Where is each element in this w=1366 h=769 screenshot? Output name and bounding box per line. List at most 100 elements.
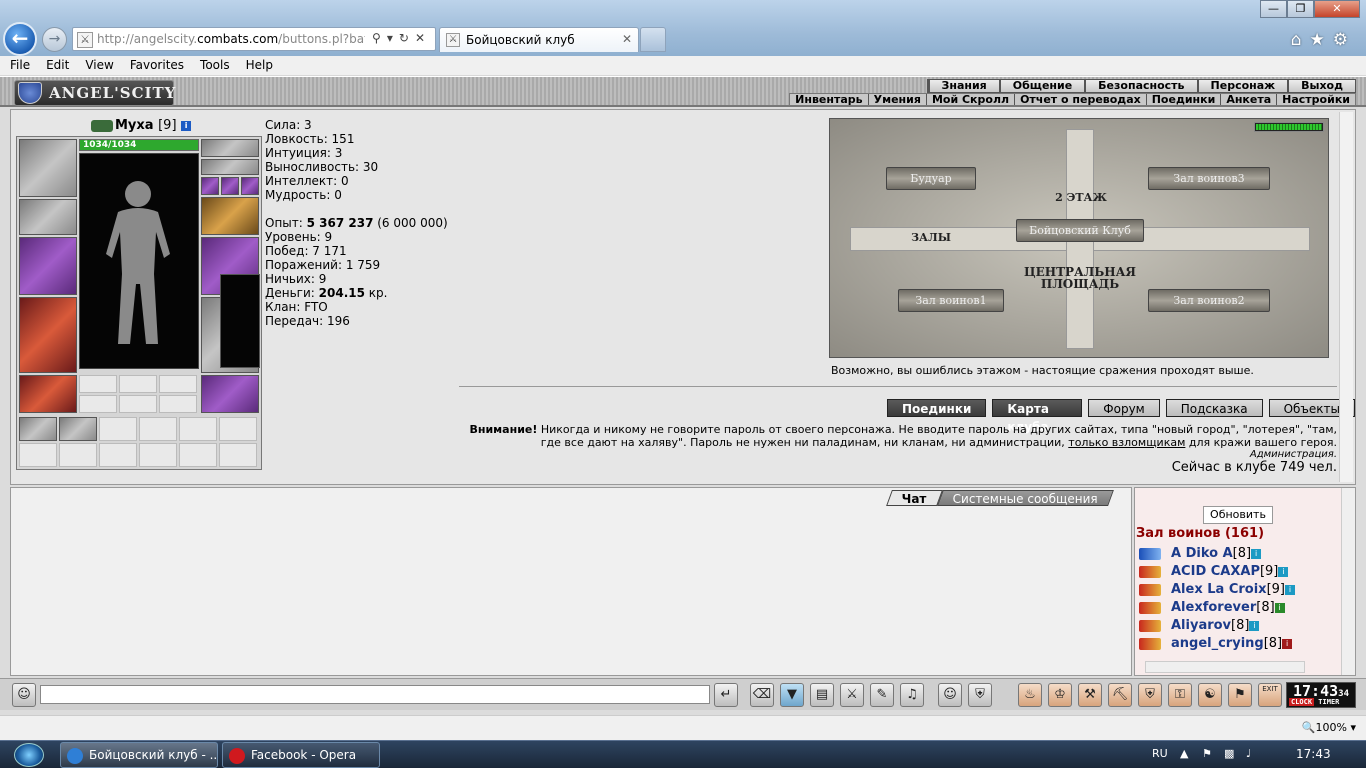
eraser-icon[interactable]: ⌫ — [750, 683, 774, 707]
scroll-slot-10[interactable] — [139, 443, 177, 467]
address-bar[interactable]: ⚔ http://angelscity.combats.com/buttons.… — [72, 27, 436, 51]
map-hall1[interactable]: Зал воинов1 — [898, 289, 1004, 312]
refresh-icon[interactable]: ↻ — [399, 31, 415, 45]
menu-file[interactable]: File — [2, 56, 38, 75]
tab-system-messages[interactable]: Системные сообщения — [937, 490, 1114, 506]
nav-communication[interactable]: Общение — [998, 80, 1085, 92]
flag-icon[interactable]: ⚑ — [1228, 683, 1252, 707]
bracers-slot[interactable] — [19, 199, 77, 235]
user-row[interactable]: Alexforever[8] i — [1139, 600, 1285, 618]
minimize-icon[interactable]: — — [1260, 0, 1287, 18]
back-button[interactable]: ← — [3, 22, 37, 56]
info-icon[interactable]: i — [1278, 566, 1289, 577]
map-floor-2[interactable]: 2 ЭТАЖ — [1038, 191, 1124, 204]
scroll-slot-1[interactable] — [19, 417, 57, 441]
info-icon[interactable]: i — [1284, 584, 1295, 595]
inventory-bag-icon[interactable]: ♨ — [1018, 683, 1042, 707]
action-center-flag-icon[interactable]: ⚑ — [1202, 747, 1212, 760]
exit-icon[interactable]: EXIT — [1258, 683, 1282, 707]
browser-tab[interactable]: ⚔ Бойцовский клуб ✕ — [439, 27, 639, 52]
user-row[interactable]: Alex La Croix[9] i — [1139, 582, 1295, 600]
user-row[interactable]: ACID CAXAP[9] i — [1139, 564, 1289, 582]
armor-slot[interactable] — [19, 297, 77, 373]
subnav-settings[interactable]: Настройки — [1276, 94, 1355, 105]
skills-icon[interactable]: ⚒ — [1078, 683, 1102, 707]
scroll-slot-6[interactable] — [219, 417, 257, 441]
rune-slot-4[interactable] — [79, 395, 117, 413]
user-nick[interactable]: angel_crying — [1171, 636, 1264, 651]
nav-exit[interactable]: Выход — [1287, 80, 1355, 92]
network-icon[interactable]: ▩ — [1224, 747, 1234, 760]
map-boudoir[interactable]: Будуар — [886, 167, 976, 190]
pet-slot[interactable] — [220, 274, 260, 368]
helmet-slot[interactable] — [19, 139, 77, 197]
home-icon[interactable]: ⌂ — [1291, 30, 1310, 50]
rune-slot-5[interactable] — [119, 395, 157, 413]
earrings-slot[interactable] — [201, 139, 259, 157]
tab-close-icon[interactable]: ✕ — [622, 32, 632, 46]
boots-slot[interactable] — [201, 375, 259, 413]
tray-expand-icon[interactable]: ▲ — [1180, 747, 1188, 760]
scroll-slot-8[interactable] — [59, 443, 97, 467]
tab-chat[interactable]: Чат — [886, 490, 943, 506]
rune-slot-6[interactable] — [159, 395, 197, 413]
smile-face-icon[interactable]: ☺ — [12, 683, 36, 707]
menu-view[interactable]: View — [77, 56, 121, 75]
ring-slot-3[interactable] — [241, 177, 259, 195]
zoom-level[interactable]: 🔍100% ▾ — [1302, 721, 1356, 734]
forum-button[interactable]: Форум — [1088, 399, 1160, 417]
subnav-duels[interactable]: Поединки — [1145, 94, 1221, 105]
info-icon[interactable]: i — [1251, 548, 1262, 559]
friends-icon[interactable]: ☯ — [1198, 683, 1222, 707]
belt-slot[interactable] — [19, 375, 77, 413]
subnav-inventory[interactable]: Инвентарь — [790, 94, 867, 105]
lock-icon[interactable]: ⚿ — [1168, 683, 1192, 707]
scroll-slot-3[interactable] — [99, 417, 137, 441]
nav-knowledge[interactable]: Знания — [927, 80, 999, 92]
ring-slot-2[interactable] — [221, 177, 239, 195]
close-window-icon[interactable]: ✕ — [1314, 0, 1360, 18]
scroll-slot-11[interactable] — [179, 443, 217, 467]
address-controls[interactable]: ⚲▾↻✕ — [372, 31, 431, 45]
map-halls[interactable]: ЗАЛЫ — [906, 231, 956, 244]
menu-edit[interactable]: Edit — [38, 56, 77, 75]
map-fight-club[interactable]: Бойцовский Клуб — [1016, 219, 1144, 242]
shield-icon[interactable]: ⛨ — [1138, 683, 1162, 707]
nav-security[interactable]: Безопасность — [1084, 80, 1197, 92]
taskbar-item-ie[interactable]: Бойцовский клуб - ... — [60, 742, 218, 768]
clan-icon[interactable]: ♔ — [1048, 683, 1072, 707]
scroll-slot-12[interactable] — [219, 443, 257, 467]
user-nick[interactable]: Alexforever — [1171, 600, 1256, 615]
taskbar-item-opera[interactable]: Facebook - Opera — [222, 742, 380, 768]
chat-area[interactable]: Чат Системные сообщения — [10, 487, 1132, 676]
forward-button[interactable]: → — [42, 27, 67, 52]
users-hscrollbar[interactable] — [1145, 661, 1305, 673]
game-clock[interactable]: 17:4334 CLOCK TIMER — [1286, 682, 1356, 708]
tray-clock[interactable]: 17:43 — [1296, 747, 1331, 761]
club-map-button[interactable]: Карта клуба — [992, 399, 1083, 434]
menu-tools[interactable]: Tools — [192, 56, 238, 75]
new-tab-button[interactable] — [640, 27, 666, 52]
language-indicator[interactable]: RU — [1152, 747, 1168, 760]
chat-input[interactable] — [40, 685, 710, 704]
weapon-slot[interactable] — [19, 237, 77, 295]
rune-slot-3[interactable] — [159, 375, 197, 393]
scroll-slot-5[interactable] — [179, 417, 217, 441]
scroll-slot-4[interactable] — [139, 417, 177, 441]
user-nick[interactable]: ACID CAXAP — [1171, 564, 1260, 579]
rune-slot-2[interactable] — [119, 375, 157, 393]
info-icon[interactable]: i — [1274, 602, 1285, 613]
filter-icon[interactable]: ▼ — [780, 683, 804, 707]
scroll-slot-9[interactable] — [99, 443, 137, 467]
combat-icon[interactable]: ⛏ — [1108, 683, 1132, 707]
user-nick[interactable]: Aliyarov — [1171, 618, 1231, 633]
send-icon[interactable]: ↵ — [714, 683, 738, 707]
scroll-slot-7[interactable] — [19, 443, 57, 467]
ring-slot-1[interactable] — [201, 177, 219, 195]
hint-button[interactable]: Подсказка — [1165, 399, 1263, 417]
warning-link[interactable]: только взломщикам — [1068, 436, 1185, 449]
menu-favorites[interactable]: Favorites — [122, 56, 192, 75]
emoticons-icon[interactable]: ☺ — [938, 683, 962, 707]
search-icon[interactable]: ⚲ — [372, 31, 387, 45]
map-plaza-line2[interactable]: ПЛОЩАДЬ — [1020, 277, 1140, 291]
